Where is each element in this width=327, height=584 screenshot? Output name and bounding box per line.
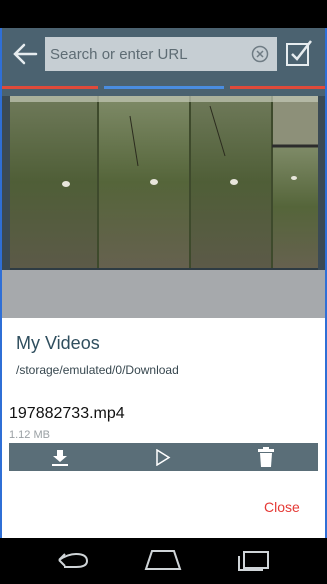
- video-thumbnail: [10, 96, 318, 268]
- file-size: 1.12 MB: [9, 429, 50, 441]
- back-arrow-button[interactable]: [12, 42, 38, 66]
- clear-circle-icon: [251, 45, 269, 63]
- nav-back-button[interactable]: [56, 550, 90, 570]
- checkbox-check-icon: [286, 40, 312, 66]
- url-bar[interactable]: [45, 37, 277, 71]
- browser-toolbar: [2, 28, 325, 80]
- nav-home-button[interactable]: [144, 549, 182, 571]
- tab-indicator-strip: [2, 80, 325, 96]
- clear-url-button[interactable]: [251, 45, 269, 63]
- file-name: 197882733.mp4: [9, 405, 125, 422]
- trash-icon: [258, 447, 274, 467]
- play-file-button[interactable]: [155, 448, 171, 467]
- file-action-bar: [9, 443, 318, 471]
- video-frame[interactable]: [10, 96, 318, 268]
- recent-apps-icon: [238, 551, 269, 571]
- download-button[interactable]: [51, 449, 69, 467]
- tab-indicator-left: [2, 86, 98, 89]
- url-input[interactable]: [50, 37, 240, 71]
- close-button[interactable]: Close: [264, 499, 300, 515]
- scrim: [2, 270, 325, 318]
- back-arrow-icon: [13, 43, 38, 65]
- nav-recent-button[interactable]: [236, 550, 270, 572]
- download-icon: [52, 450, 68, 466]
- status-bar: [0, 0, 327, 28]
- sheet-title: My Videos: [16, 333, 100, 353]
- play-outline-icon: [156, 448, 171, 467]
- home-icon: [144, 550, 182, 570]
- back-icon: [58, 552, 89, 568]
- tab-indicator-right: [230, 86, 325, 89]
- download-path: /storage/emulated/0/Download: [16, 363, 179, 377]
- delete-button[interactable]: [258, 447, 274, 467]
- system-navigation-bar: [0, 538, 327, 584]
- tab-indicator-active: [104, 86, 224, 89]
- go-checkbox-button[interactable]: [284, 38, 314, 68]
- download-sheet: My Videos /storage/emulated/0/Download 1…: [2, 318, 325, 538]
